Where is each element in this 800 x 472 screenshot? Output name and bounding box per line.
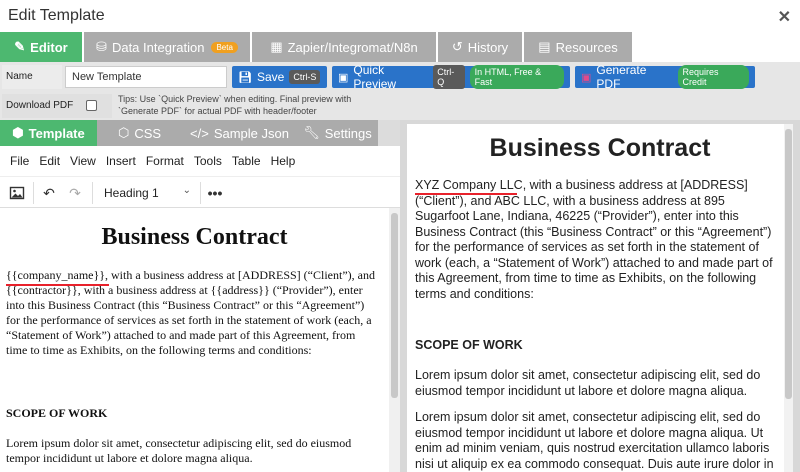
editor-toolbar: ↶ ↷ Heading 1 ⌄ ••• — [0, 176, 400, 208]
toolbar-separator — [92, 182, 93, 204]
tab-editor[interactable]: ✎ Editor — [0, 32, 82, 62]
tab-sample-json[interactable]: </> Sample Json — [182, 120, 297, 146]
preview-scope-heading: SCOPE OF WORK — [415, 338, 523, 352]
pdf-icon: ▣ — [581, 71, 592, 84]
preview-scrollbar-thumb[interactable] — [785, 129, 792, 399]
preview-title: Business Contract — [489, 134, 711, 162]
more-options-icon[interactable]: ••• — [204, 182, 226, 204]
tab-resources-label: Resources — [555, 39, 618, 55]
toolbar-separator — [33, 182, 34, 204]
doc-lorem-paragraph: Lorem ipsum dolor sit amet, consectetur … — [6, 436, 352, 465]
chevron-down-icon: ⌄ — [182, 185, 191, 196]
editor-scrollbar[interactable] — [389, 208, 400, 472]
editor-document[interactable]: Business Contract {{company_name}}, with… — [0, 208, 389, 472]
tab-history-label: History — [467, 39, 509, 55]
tab-data-integration[interactable]: ⛁ Data Integration Beta — [84, 32, 250, 62]
preview-intro-text: , with a business address at [ADDRESS] (… — [415, 178, 773, 301]
doc-scope-heading: SCOPE OF WORK — [6, 406, 108, 420]
generate-pdf-badge: Requires Credit — [677, 65, 749, 89]
menu-view[interactable]: View — [70, 154, 96, 168]
var-company-name: {{company_name}} — [6, 268, 106, 282]
title-bar: Edit Template ✕ — [0, 0, 800, 32]
tab-history[interactable]: ↺ History — [438, 32, 522, 62]
doc-intro-text-a: , with a business address at [ADDRESS] (… — [105, 268, 375, 282]
toolbar: Name 💾︎ Save Ctrl-S ▣ Quick Preview Ctrl… — [0, 62, 800, 120]
preview-icon: ▣ — [338, 71, 349, 84]
css3-icon: ⬡ — [117, 125, 130, 140]
menu-tools[interactable]: Tools — [194, 154, 222, 168]
menu-edit[interactable]: Edit — [39, 154, 60, 168]
close-icon[interactable]: ✕ — [778, 7, 791, 27]
table-icon: ▦ — [270, 39, 283, 54]
tab-template-label: Template — [28, 125, 85, 141]
save-button[interactable]: 💾︎ Save Ctrl-S — [232, 66, 327, 88]
pencil-icon: ✎ — [14, 39, 26, 54]
tab-resources[interactable]: ▤ Resources — [524, 32, 632, 62]
tab-sample-json-label: Sample Json — [213, 125, 289, 141]
toolbar-separator — [200, 182, 201, 204]
red-underline-annotation — [415, 193, 517, 195]
editor-scrollbar-thumb[interactable] — [391, 213, 398, 398]
beta-badge: Beta — [211, 41, 238, 53]
tab-settings-label: Settings — [324, 125, 372, 141]
save-label: Save — [256, 70, 285, 84]
preview-intro-paragraph: XYZ Company LLC, with a business address… — [415, 178, 775, 302]
tips-text: Tips: Use `Quick Preview` when editing. … — [118, 94, 352, 116]
quick-preview-badge: In HTML, Free & Fast — [469, 65, 564, 89]
tab-template[interactable]: ⬢ Template — [0, 120, 97, 146]
html5-icon: ⬢ — [12, 125, 24, 140]
rich-text-editor: File Edit View Insert Format Tools Table… — [0, 146, 400, 472]
database-icon: ⛁ — [96, 39, 107, 54]
tab-css[interactable]: ⬡ CSS — [97, 120, 182, 146]
redo-icon[interactable]: ↷ — [64, 182, 86, 204]
floppy-icon: 💾︎ — [238, 71, 252, 84]
generate-pdf-label: Generate PDF — [596, 63, 647, 91]
preview-document: Business Contract XYZ Company LLC, with … — [407, 124, 793, 472]
block-format-select[interactable]: Heading 1 ⌄ — [100, 182, 195, 204]
preview-scrollbar[interactable] — [784, 124, 793, 472]
name-label: Name — [2, 65, 62, 89]
wrench-icon: 🔧︎ — [303, 125, 320, 140]
tab-zapier[interactable]: ▦ Zapier/Integromat/N8n — [252, 32, 436, 62]
save-shortcut-badge: Ctrl-S — [289, 70, 321, 84]
editor-menubar: File Edit View Insert Format Tools Table… — [0, 146, 400, 176]
doc-title: Business Contract — [101, 224, 288, 250]
generate-pdf-button[interactable]: ▣ Generate PDF Requires Credit — [575, 63, 755, 91]
preview-lorem-paragraph-1: Lorem ipsum dolor sit amet, consectetur … — [415, 368, 761, 398]
red-underline-annotation — [6, 284, 109, 286]
download-pdf-checkbox[interactable] — [86, 100, 97, 111]
editor-sub-tabs: ⬢ Template ⬡ CSS </> Sample Json 🔧︎ Sett… — [0, 120, 378, 146]
quick-preview-shortcut-badge: Ctrl-Q — [433, 65, 465, 89]
insert-image-icon[interactable] — [6, 182, 28, 204]
quick-preview-button[interactable]: ▣ Quick Preview Ctrl-Q In HTML, Free & F… — [332, 63, 570, 91]
menu-file[interactable]: File — [10, 154, 29, 168]
tab-settings[interactable]: 🔧︎ Settings — [297, 120, 378, 146]
tab-zapier-label: Zapier/Integromat/N8n — [287, 39, 418, 55]
main-tabs: ✎ Editor ⛁ Data Integration Beta ▦ Zapie… — [0, 32, 800, 62]
block-format-value: Heading 1 — [104, 186, 159, 200]
preview-company-name: XYZ Company LLC — [415, 178, 523, 192]
menu-format[interactable]: Format — [146, 154, 184, 168]
menu-insert[interactable]: Insert — [106, 154, 136, 168]
var-address: {{address}} — [210, 283, 270, 297]
undo-icon[interactable]: ↶ — [38, 182, 60, 204]
history-icon: ↺ — [451, 39, 463, 54]
menu-help[interactable]: Help — [271, 154, 296, 168]
window-title: Edit Template — [8, 7, 105, 24]
menu-table[interactable]: Table — [232, 154, 261, 168]
tab-data-integration-label: Data Integration — [111, 39, 205, 55]
preview-lorem-paragraph-2: Lorem ipsum dolor sit amet, consectetur … — [415, 410, 774, 471]
doc-intro-paragraph: {{company_name}}, with a business addres… — [6, 268, 378, 358]
code-icon: </> — [190, 125, 209, 141]
quick-preview-label: Quick Preview — [353, 63, 397, 91]
tab-editor-label: Editor — [30, 39, 68, 55]
book-icon: ▤ — [538, 39, 551, 54]
pane-divider[interactable] — [378, 120, 400, 146]
tab-css-label: CSS — [134, 125, 162, 141]
template-name-input[interactable] — [65, 66, 227, 88]
